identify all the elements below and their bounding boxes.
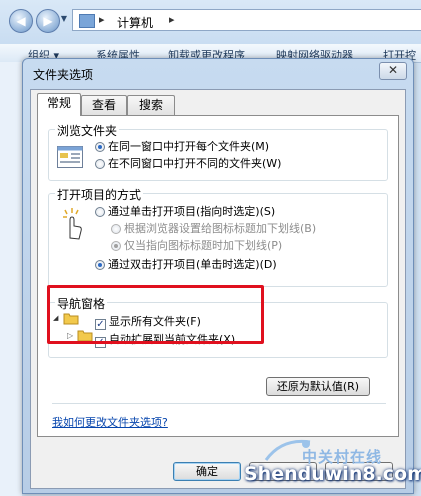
tab-search[interactable]: 搜索 (127, 95, 175, 115)
tab-general[interactable]: 常规 (37, 93, 81, 116)
radio-button[interactable] (111, 241, 121, 251)
watermark-text: Shenduwin8.com (244, 463, 421, 485)
radio-underline-browser[interactable]: 根据浏览器设置给图标标题加下划线(B) (111, 220, 316, 236)
hand-pointer-icon (63, 208, 82, 240)
radio-single-click-label: 通过单击打开项目(指向时选定)(S) (108, 205, 276, 218)
back-arrow-icon: ◀ (16, 14, 26, 28)
radio-underline-point-label: 仅当指向图标标题时加下划线(P) (124, 239, 283, 252)
forward-button[interactable]: ▶ (36, 9, 60, 33)
radio-underline-point[interactable]: 仅当指向图标标题时加下划线(P) (111, 237, 282, 253)
address-bar[interactable]: ▸ 计算机 ▸ (72, 9, 421, 31)
radio-button[interactable] (111, 224, 121, 234)
computer-icon (79, 14, 95, 28)
radio-button[interactable] (95, 207, 105, 217)
browse-folders-title: 浏览文件夹 (55, 122, 120, 139)
radio-double-click[interactable]: 通过双击打开项目(单击时选定)(D) (95, 256, 277, 272)
radio-same-window[interactable]: 在同一窗口中打开每个文件夹(M) (95, 138, 269, 154)
help-link[interactable]: 我如何更改文件夹选项? (52, 414, 168, 430)
breadcrumb-arrow-icon[interactable]: ▸ (99, 13, 105, 26)
radio-button[interactable] (95, 159, 105, 169)
recent-pages-dropdown[interactable]: ▼ (60, 14, 68, 24)
tab-view[interactable]: 查看 (81, 95, 127, 115)
close-button[interactable]: ✕ (379, 62, 407, 80)
radio-new-window-label: 在不同窗口中打开不同的文件夹(W) (108, 157, 282, 170)
click-items-title: 打开项目的方式 (55, 186, 144, 203)
close-icon: ✕ (387, 63, 399, 77)
radio-new-window[interactable]: 在不同窗口中打开不同的文件夹(W) (95, 155, 281, 171)
radio-single-click[interactable]: 通过单击打开项目(指向时选定)(S) (95, 203, 275, 219)
radio-same-window-label: 在同一窗口中打开每个文件夹(M) (108, 140, 270, 153)
breadcrumb-computer[interactable]: 计算机 (117, 14, 153, 31)
folder-window-icon (57, 146, 83, 168)
restore-defaults-button[interactable]: 还原为默认值(R) (266, 377, 370, 396)
dialog-title: 文件夹选项 (33, 68, 94, 82)
back-button[interactable]: ◀ (9, 9, 33, 33)
radio-button[interactable] (95, 142, 105, 152)
radio-double-click-label: 通过双击打开项目(单击时选定)(D) (108, 258, 277, 271)
breadcrumb-arrow-icon[interactable]: ▸ (169, 13, 175, 26)
divider (52, 403, 386, 404)
radio-underline-browser-label: 根据浏览器设置给图标标题加下划线(B) (124, 222, 317, 235)
radio-button[interactable] (95, 260, 105, 270)
folder-options-dialog: 文件夹选项 ✕ 常规 查看 搜索 浏览文件夹 在同一窗口中打开每个文件夹(M) (22, 58, 414, 494)
browse-folders-group: 浏览文件夹 在同一窗口中打开每个文件夹(M) 在不同窗口中打开不同的文件夹(W) (48, 122, 388, 181)
explorer-sidebar (0, 62, 22, 496)
highlight-box (47, 285, 264, 344)
general-panel: 浏览文件夹 在同一窗口中打开每个文件夹(M) 在不同窗口中打开不同的文件夹(W) (37, 115, 399, 437)
ok-button[interactable]: 确定 (173, 462, 241, 481)
click-items-group: 打开项目的方式 通过单击打开项目(指向时选定)(S) 根据浏览器设置给图标标题加… (48, 186, 388, 287)
forward-arrow-icon: ▶ (43, 14, 53, 28)
